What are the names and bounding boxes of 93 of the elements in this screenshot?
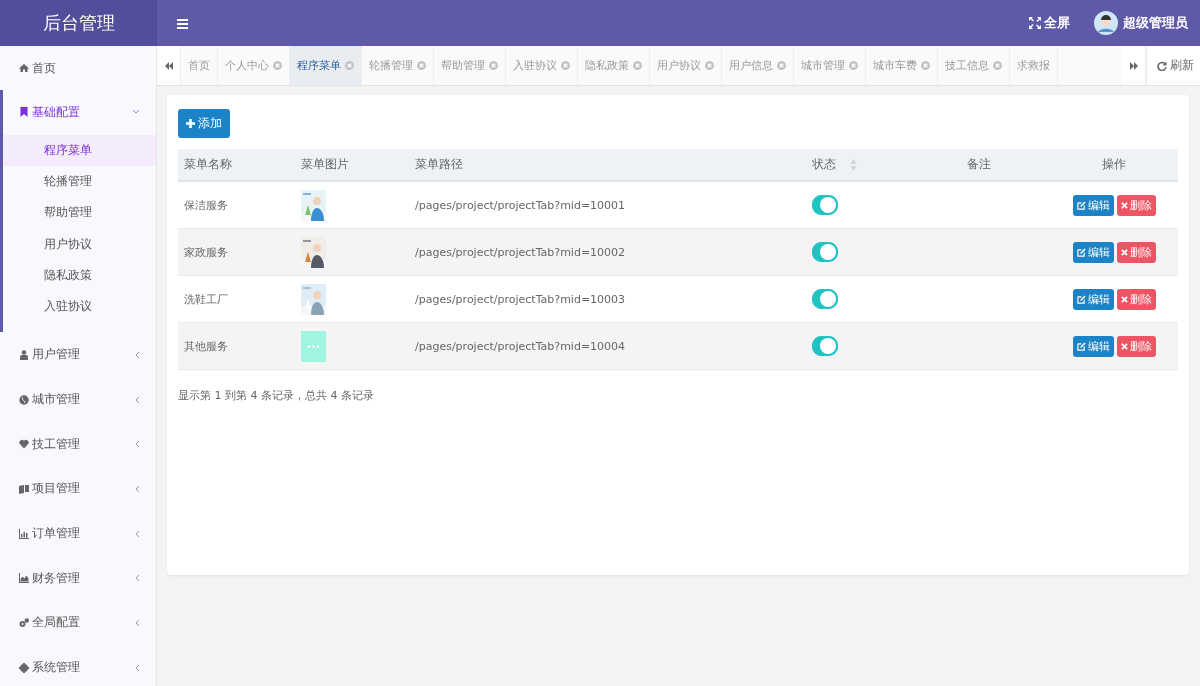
edit-button[interactable]: 编辑 xyxy=(1072,241,1114,263)
close-icon xyxy=(1120,342,1128,350)
submenu-item[interactable]: 帮助管理 xyxy=(3,197,156,229)
close-icon[interactable] xyxy=(777,61,786,70)
edit-button[interactable]: 编辑 xyxy=(1072,335,1114,357)
sidebar-item[interactable]: 订单管理 xyxy=(0,511,156,556)
edit-icon xyxy=(1076,200,1086,210)
close-icon[interactable] xyxy=(849,61,858,70)
table-cell: 其他服务 xyxy=(184,339,228,353)
column-header: 备注 xyxy=(908,149,1050,181)
brand-title: 后台管理 xyxy=(0,0,157,46)
table-cell: 保洁服务 xyxy=(184,198,228,212)
submenu-item[interactable]: 隐私政策 xyxy=(3,259,156,292)
delete-button[interactable]: 删除 xyxy=(1116,241,1156,263)
more-icon xyxy=(301,330,326,362)
submenu-item[interactable]: 入驻协议 xyxy=(3,291,156,323)
column-header: 菜单路径 xyxy=(409,149,806,181)
edit-icon xyxy=(1076,341,1086,351)
delete-button[interactable]: 删除 xyxy=(1116,288,1156,310)
user-icon xyxy=(19,349,29,360)
bookmark-icon xyxy=(19,107,29,118)
edit-icon xyxy=(1076,294,1086,304)
refresh-icon xyxy=(1157,60,1167,71)
delete-button[interactable]: 删除 xyxy=(1116,194,1156,216)
submenu-item[interactable]: 用户协议 xyxy=(3,228,156,260)
sidebar-item[interactable]: 城市管理 xyxy=(0,377,156,422)
sidebar-item[interactable]: 系统管理 xyxy=(0,645,156,686)
table-cell: /pages/project/projectTab?mid=10004 xyxy=(415,339,626,353)
bar-chart-icon xyxy=(19,528,29,539)
sidebar-item[interactable]: 技工管理 xyxy=(0,421,156,467)
chevron-left-icon xyxy=(134,484,140,493)
table-cell: 洗鞋工厂 xyxy=(184,292,228,306)
book-icon xyxy=(19,483,29,494)
avatar-icon[interactable] xyxy=(1094,11,1118,35)
sidebar-item[interactable]: 首页 xyxy=(0,46,156,90)
column-header: 菜单图片 xyxy=(295,149,409,181)
sidebar-item[interactable]: 全局配置 xyxy=(0,600,156,646)
column-header: 操作 xyxy=(1050,149,1178,181)
fullscreen-button[interactable]: 全屏 xyxy=(1029,14,1070,32)
table-cell: 家政服务 xyxy=(184,245,228,259)
expand-icon xyxy=(1029,17,1041,29)
heart-icon xyxy=(19,439,29,450)
column-header[interactable]: 状态 xyxy=(806,149,908,181)
status-toggle[interactable] xyxy=(812,195,838,215)
close-icon[interactable] xyxy=(417,61,426,70)
plus-icon xyxy=(186,119,195,128)
double-left-icon xyxy=(163,60,174,71)
close-icon xyxy=(1120,248,1128,256)
chevron-left-icon xyxy=(134,574,140,583)
chevron-left-icon xyxy=(134,663,140,672)
double-right-icon xyxy=(1128,60,1139,71)
chevron-left-icon xyxy=(134,618,140,627)
sidebar-item[interactable]: 基础配置 xyxy=(3,90,156,135)
close-icon[interactable] xyxy=(705,61,714,70)
table-cell: /pages/project/projectTab?mid=10002 xyxy=(415,245,626,259)
home-icon xyxy=(19,63,29,73)
close-icon[interactable] xyxy=(633,61,642,70)
delete-button[interactable]: 删除 xyxy=(1116,335,1156,357)
tab[interactable]: 程序菜单 xyxy=(290,46,362,85)
submenu-item[interactable]: 轮播管理 xyxy=(3,166,156,198)
status-toggle[interactable] xyxy=(812,336,838,356)
close-icon[interactable] xyxy=(489,61,498,70)
chevron-left-icon xyxy=(134,529,140,538)
add-button[interactable]: 添加 xyxy=(178,109,230,138)
status-toggle[interactable] xyxy=(812,289,838,309)
close-icon[interactable] xyxy=(561,61,570,70)
menu-icon[interactable] xyxy=(177,17,188,29)
sidebar-item[interactable]: 财务管理 xyxy=(0,555,156,601)
pagination-info: 显示第 1 到第 4 条记录，总共 4 条记录 xyxy=(178,388,375,403)
sidebar-item[interactable]: 用户管理 xyxy=(0,332,156,378)
close-icon xyxy=(1120,201,1128,209)
chevron-down-icon xyxy=(132,109,140,116)
table-cell: /pages/project/projectTab?mid=10003 xyxy=(415,292,626,306)
close-icon[interactable] xyxy=(921,61,930,70)
area-chart-icon xyxy=(19,573,29,584)
status-toggle[interactable] xyxy=(812,242,838,262)
edit-button[interactable]: 编辑 xyxy=(1072,194,1114,216)
edit-icon xyxy=(1076,247,1086,257)
submenu-item[interactable]: 程序菜单 xyxy=(3,134,156,166)
chevron-left-icon xyxy=(134,350,140,359)
table-cell: /pages/project/projectTab?mid=10001 xyxy=(415,198,626,212)
chevron-left-icon xyxy=(134,440,140,449)
chevron-left-icon xyxy=(134,395,140,404)
sidebar-item[interactable]: 项目管理 xyxy=(0,466,156,512)
close-icon[interactable] xyxy=(345,61,354,70)
user-name[interactable]: 超级管理员 xyxy=(1123,14,1188,32)
edit-button[interactable]: 编辑 xyxy=(1072,288,1114,310)
close-icon xyxy=(1120,295,1128,303)
gears-icon xyxy=(19,617,29,628)
close-icon[interactable] xyxy=(993,61,1002,70)
sort-icon xyxy=(850,157,857,172)
column-header: 菜单名称 xyxy=(178,149,295,181)
close-icon[interactable] xyxy=(273,61,282,70)
